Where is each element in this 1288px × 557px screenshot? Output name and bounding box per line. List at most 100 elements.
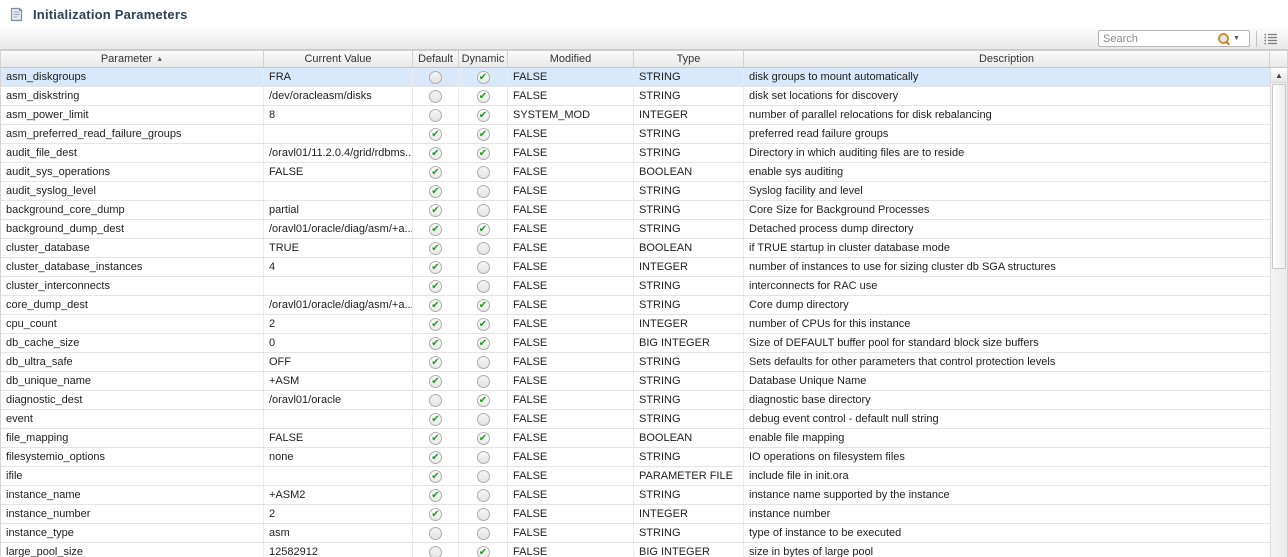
cell-current_value: +ASM2	[264, 486, 413, 504]
cell-text: STRING	[639, 489, 681, 501]
cell-text: instance number	[749, 508, 830, 520]
table-row[interactable]: cluster_databaseTRUE✔FALSEBOOLEANif TRUE…	[1, 239, 1287, 258]
column-header-default[interactable]: Default	[413, 51, 459, 67]
cell-text: large_pool_size	[6, 546, 83, 557]
table-row[interactable]: instance_name+ASM2✔FALSESTRINGinstance n…	[1, 486, 1287, 505]
cell-current_value: 2	[264, 505, 413, 523]
radio-unchecked-icon	[429, 546, 442, 557]
table-row[interactable]: ifile✔FALSEPARAMETER FILEinclude file in…	[1, 467, 1287, 486]
column-header-modified[interactable]: Modified	[508, 51, 634, 67]
cell-text: FALSE	[513, 261, 547, 273]
cell-text: 8	[269, 109, 275, 121]
cell-description: debug event control - default null strin…	[744, 410, 1287, 428]
check-icon: ✔	[429, 223, 442, 236]
check-icon: ✔	[429, 489, 442, 502]
table-row[interactable]: audit_sys_operationsFALSE✔FALSEBOOLEANen…	[1, 163, 1287, 182]
table-row[interactable]: filesystemio_optionsnone✔FALSESTRINGIO o…	[1, 448, 1287, 467]
cell-parameter: background_dump_dest	[1, 220, 264, 238]
cell-text: audit_syslog_level	[6, 185, 96, 197]
cell-text: 2	[269, 508, 275, 520]
cell-dynamic: ✔	[459, 334, 508, 352]
scroll-up-button[interactable]: ▲	[1271, 68, 1287, 83]
page-title: Initialization Parameters	[33, 7, 188, 22]
cell-modified: FALSE	[508, 163, 634, 181]
cell-text: FALSE	[513, 356, 547, 368]
table-row[interactable]: background_dump_dest/oravl01/oracle/diag…	[1, 220, 1287, 239]
column-header-label: Current Value	[304, 53, 371, 65]
table-row[interactable]: cluster_database_instances4✔FALSEINTEGER…	[1, 258, 1287, 277]
column-header-parameter[interactable]: Parameter▲	[1, 51, 264, 67]
grid-body: asm_diskgroupsFRA✔FALSESTRINGdisk groups…	[1, 68, 1287, 557]
grid-header: Parameter▲ Current Value Default DynamicMod…	[1, 50, 1287, 68]
cell-text: STRING	[639, 299, 681, 311]
cell-dynamic	[459, 505, 508, 523]
table-row[interactable]: cluster_interconnects✔FALSESTRINGinterco…	[1, 277, 1287, 296]
cell-text: instance name supported by the instance	[749, 489, 950, 501]
radio-unchecked-icon	[429, 109, 442, 122]
chevron-down-icon[interactable]: ▼	[1233, 30, 1240, 47]
cell-text: db_unique_name	[6, 375, 91, 387]
cell-type: BIG INTEGER	[634, 543, 744, 557]
table-row[interactable]: db_cache_size0✔✔FALSEBIG INTEGERSize of …	[1, 334, 1287, 353]
cell-type: BOOLEAN	[634, 163, 744, 181]
radio-unchecked-icon	[477, 280, 490, 293]
check-icon: ✔	[477, 71, 490, 84]
cell-text: FALSE	[513, 166, 547, 178]
check-icon: ✔	[477, 299, 490, 312]
column-header-current_value[interactable]: Current Value	[264, 51, 413, 67]
cell-type: INTEGER	[634, 505, 744, 523]
table-row[interactable]: cpu_count2✔✔FALSEINTEGERnumber of CPUs f…	[1, 315, 1287, 334]
cell-current_value: partial	[264, 201, 413, 219]
column-header-label: Type	[677, 53, 701, 65]
column-header-dynamic[interactable]: Dynamic	[459, 51, 508, 67]
cell-parameter: instance_name	[1, 486, 264, 504]
check-icon: ✔	[429, 185, 442, 198]
table-row[interactable]: instance_typeasmFALSESTRINGtype of insta…	[1, 524, 1287, 543]
table-row[interactable]: asm_diskgroupsFRA✔FALSESTRINGdisk groups…	[1, 68, 1287, 87]
table-row[interactable]: event✔FALSESTRINGdebug event control - d…	[1, 410, 1287, 429]
table-row[interactable]: audit_syslog_level✔FALSESTRINGSyslog fac…	[1, 182, 1287, 201]
cell-parameter: asm_diskstring	[1, 87, 264, 105]
table-row[interactable]: asm_diskstring/dev/oracleasm/disks✔FALSE…	[1, 87, 1287, 106]
table-row[interactable]: asm_preferred_read_failure_groups✔✔FALSE…	[1, 125, 1287, 144]
cell-text: interconnects for RAC use	[749, 280, 877, 292]
scroll-thumb[interactable]	[1272, 84, 1286, 269]
radio-unchecked-icon	[477, 242, 490, 255]
cell-modified: FALSE	[508, 334, 634, 352]
cell-description: instance number	[744, 505, 1287, 523]
cell-text: audit_sys_operations	[6, 166, 110, 178]
cell-text: /oravl01/oracle	[269, 394, 341, 406]
column-menu-icon[interactable]	[1263, 32, 1278, 45]
column-header-label: Default	[418, 53, 453, 65]
table-row[interactable]: background_core_dumppartial✔FALSESTRINGC…	[1, 201, 1287, 220]
cell-text: type of instance to be executed	[749, 527, 901, 539]
cell-modified: FALSE	[508, 467, 634, 485]
cell-text: /dev/oracleasm/disks	[269, 90, 372, 102]
table-row[interactable]: instance_number2✔FALSEINTEGERinstance nu…	[1, 505, 1287, 524]
table-row[interactable]: audit_file_dest/oravl01/11.2.0.4/grid/rd…	[1, 144, 1287, 163]
cell-text: STRING	[639, 451, 681, 463]
cell-text: enable file mapping	[749, 432, 844, 444]
cell-parameter: diagnostic_dest	[1, 391, 264, 409]
page: Initialization Parameters ▼ Parameter▲ Cu…	[0, 0, 1288, 557]
table-row[interactable]: large_pool_size12582912✔FALSEBIG INTEGER…	[1, 543, 1287, 557]
cell-description: interconnects for RAC use	[744, 277, 1287, 295]
vertical-scrollbar[interactable]: ▲	[1270, 68, 1287, 557]
table-row[interactable]: db_ultra_safeOFF✔FALSESTRINGSets default…	[1, 353, 1287, 372]
cell-parameter: instance_type	[1, 524, 264, 542]
cell-type: STRING	[634, 448, 744, 466]
column-header-type[interactable]: Type	[634, 51, 744, 67]
cell-default	[413, 106, 459, 124]
table-row[interactable]: file_mappingFALSE✔✔FALSEBOOLEANenable fi…	[1, 429, 1287, 448]
search-input[interactable]	[1099, 31, 1217, 46]
cell-text: ifile	[6, 470, 23, 482]
cell-description: number of CPUs for this instance	[744, 315, 1287, 333]
table-row[interactable]: db_unique_name+ASM✔FALSESTRINGDatabase U…	[1, 372, 1287, 391]
cell-type: INTEGER	[634, 315, 744, 333]
cell-text: diagnostic base directory	[749, 394, 871, 406]
table-row[interactable]: diagnostic_dest/oravl01/oracle✔FALSESTRI…	[1, 391, 1287, 410]
table-row[interactable]: asm_power_limit8✔SYSTEM_MODINTEGERnumber…	[1, 106, 1287, 125]
search-icon[interactable]	[1217, 32, 1230, 45]
table-row[interactable]: core_dump_dest/oravl01/oracle/diag/asm/+…	[1, 296, 1287, 315]
column-header-description[interactable]: Description	[744, 51, 1270, 67]
